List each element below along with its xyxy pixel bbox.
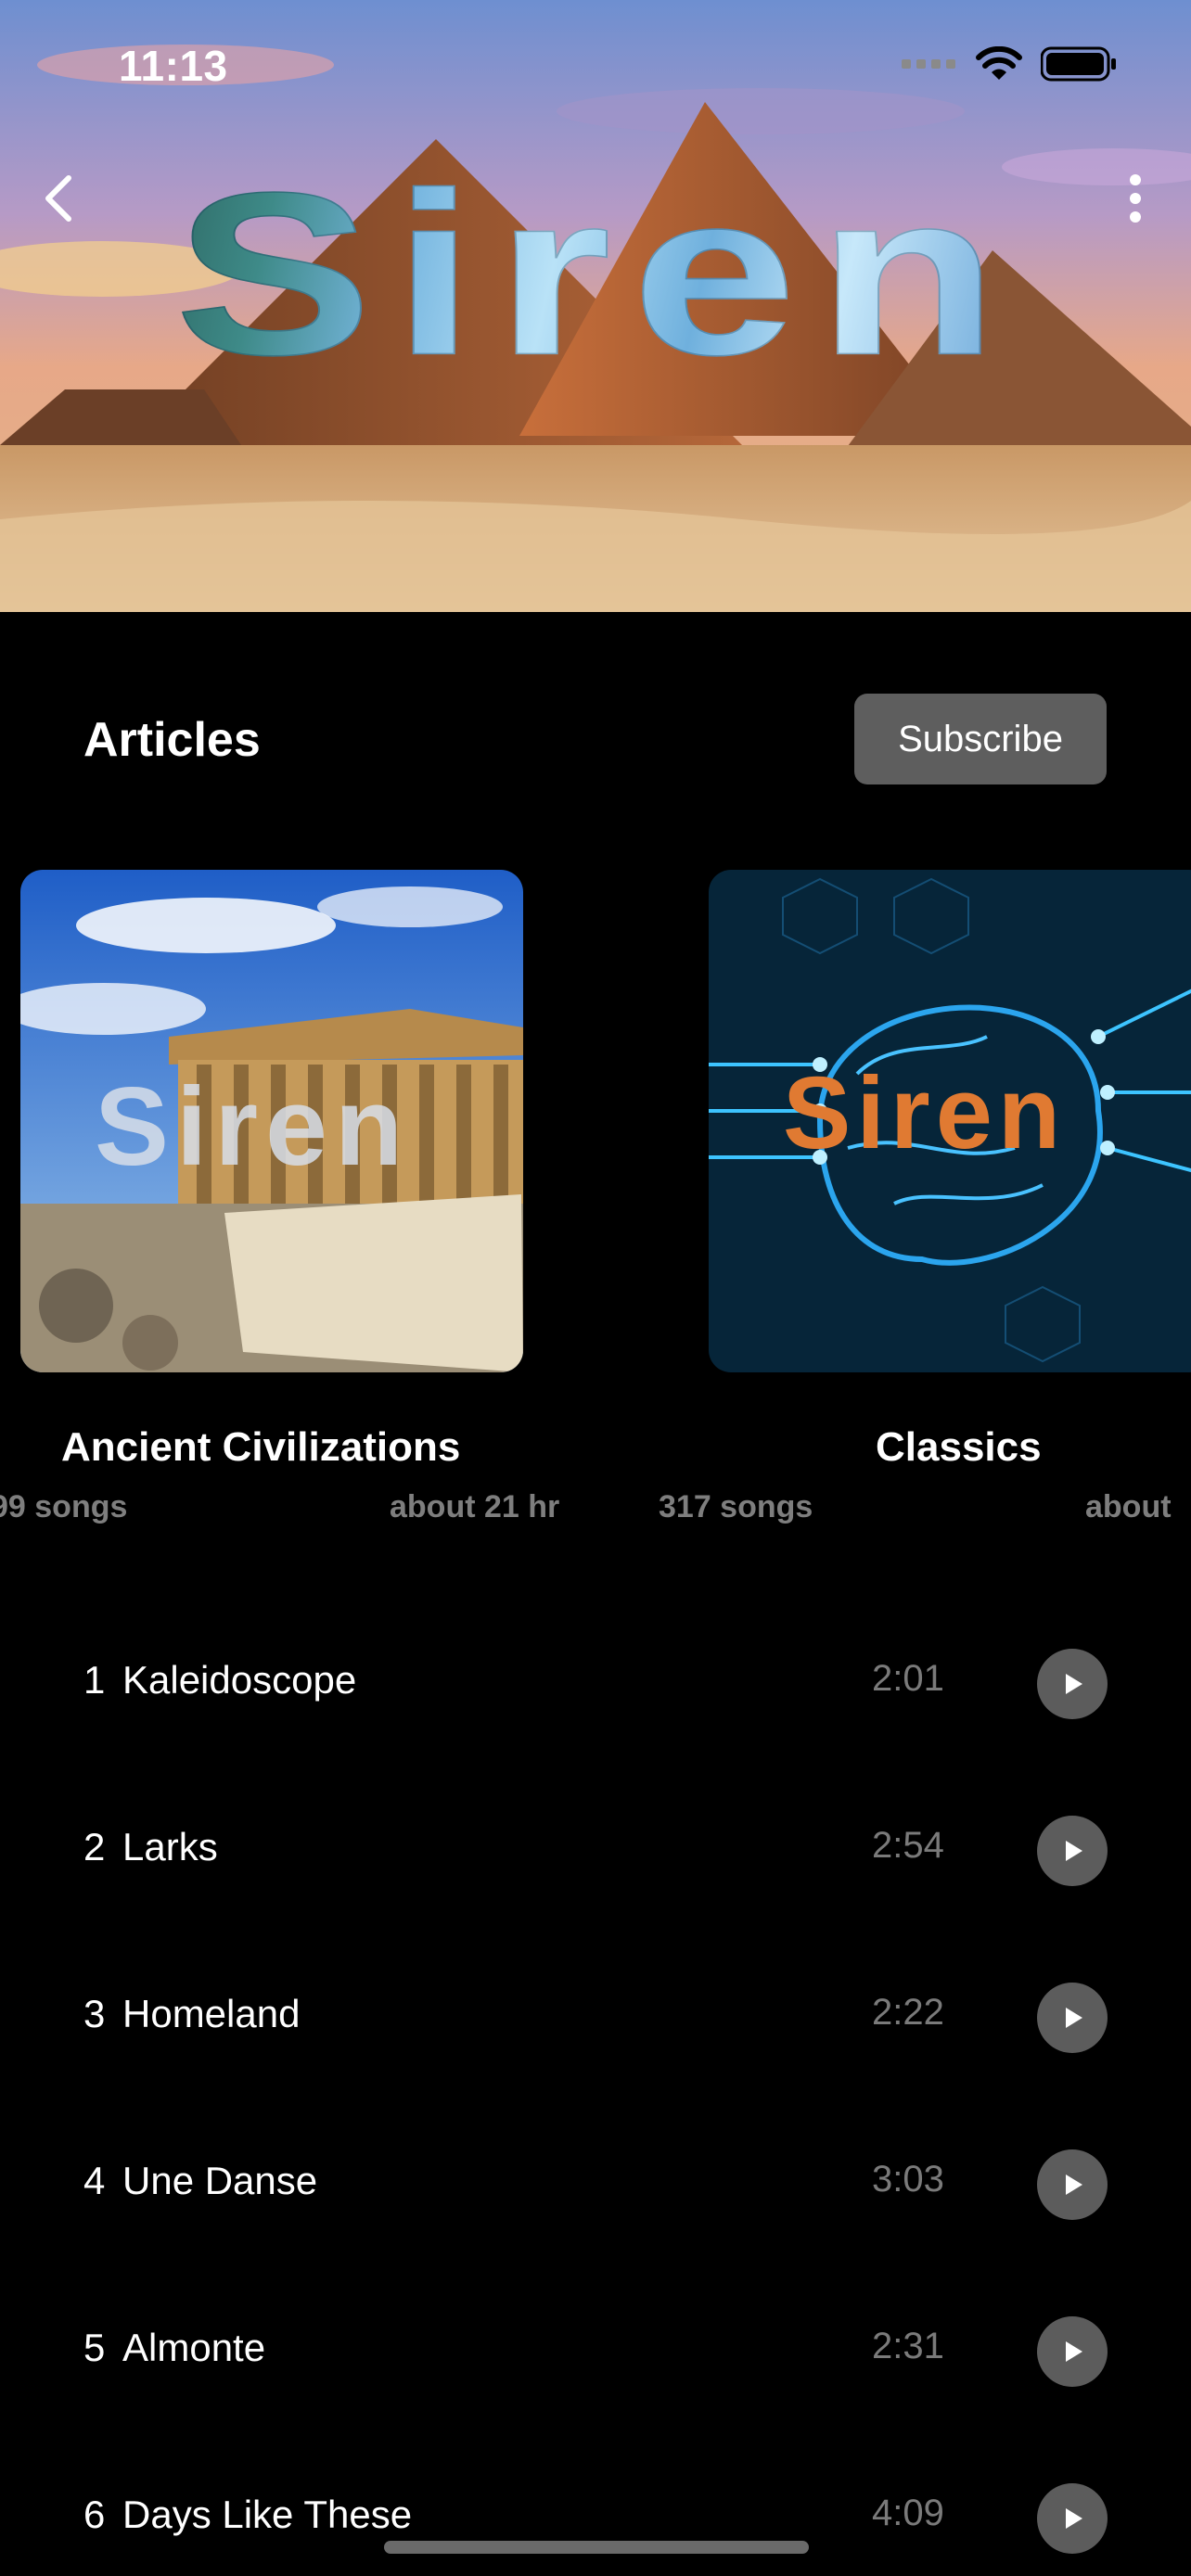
svg-text:Siren: Siren xyxy=(95,1065,410,1189)
track-number: 4 xyxy=(83,2159,106,2202)
hero-banner: 11:13 Siren xyxy=(0,0,1191,612)
track-title: Larks xyxy=(122,1825,218,1868)
track-row[interactable]: 5 Almonte 2:31 xyxy=(0,2303,1191,2396)
track-number: 3 xyxy=(83,1992,106,2035)
track-title: Kaleidoscope xyxy=(122,1658,357,1702)
brand-logo: Siren xyxy=(173,144,1019,403)
play-button[interactable] xyxy=(1037,2149,1108,2220)
section-header: Articles Subscribe xyxy=(0,694,1191,786)
play-button[interactable] xyxy=(1037,2316,1108,2387)
battery-icon xyxy=(1041,46,1116,82)
track-duration: 2:01 xyxy=(872,1658,944,1699)
parthenon-image: Siren xyxy=(20,870,523,1372)
track-title: Une Danse xyxy=(122,2159,318,2202)
track-row[interactable]: 2 Larks 2:54 xyxy=(0,1803,1191,1895)
track-title: Almonte xyxy=(122,2326,266,2369)
svg-text:Siren: Siren xyxy=(783,1056,1066,1170)
play-icon xyxy=(1066,1841,1082,1861)
more-vertical-icon xyxy=(1130,174,1141,223)
album-screen: 11:13 Siren Articles Subscribe Siren Sir… xyxy=(0,0,1191,2576)
playlist-duration: about xyxy=(1085,1489,1172,1524)
playlist-card-ancient-civilizations[interactable]: Siren xyxy=(20,870,523,1372)
play-button[interactable] xyxy=(1037,1649,1108,1719)
back-button[interactable] xyxy=(28,165,93,230)
playlist-title: Classics xyxy=(876,1424,1042,1470)
play-icon xyxy=(1066,1674,1082,1694)
playlist-song-count: 317 songs xyxy=(659,1489,813,1524)
playlist-card-classics[interactable]: Siren xyxy=(709,870,1191,1372)
play-icon xyxy=(1066,2508,1082,2529)
track-number: 2 xyxy=(83,1825,106,1868)
wifi-icon xyxy=(976,46,1022,80)
signal-icon xyxy=(902,59,955,69)
more-options-button[interactable] xyxy=(1102,165,1167,230)
track-duration: 2:22 xyxy=(872,1992,944,2033)
playlist-title: Ancient Civilizations xyxy=(61,1424,461,1470)
play-button[interactable] xyxy=(1037,2483,1108,2554)
play-icon xyxy=(1066,2341,1082,2362)
track-title: Homeland xyxy=(122,1992,301,2035)
track-duration: 3:03 xyxy=(872,2159,944,2200)
track-number: 5 xyxy=(83,2326,106,2369)
chevron-left-icon xyxy=(45,175,71,222)
track-title: Days Like These xyxy=(122,2493,413,2536)
track-number: 6 xyxy=(83,2493,106,2536)
track-number: 1 xyxy=(83,1658,106,1702)
home-indicator[interactable] xyxy=(384,2541,809,2554)
track-duration: 2:54 xyxy=(872,1825,944,1866)
playlist-duration: about 21 hr xyxy=(390,1489,560,1524)
track-row[interactable]: 3 Homeland 2:22 xyxy=(0,1970,1191,2062)
track-duration: 2:31 xyxy=(872,2326,944,2366)
play-button[interactable] xyxy=(1037,1816,1108,1886)
playlist-song-count: 99 songs xyxy=(0,1489,128,1524)
play-icon xyxy=(1066,2174,1082,2195)
subscribe-button[interactable]: Subscribe xyxy=(854,694,1107,784)
brain-circuit-image: Siren xyxy=(709,870,1191,1372)
play-icon xyxy=(1066,2008,1082,2028)
section-title: Articles xyxy=(83,713,261,767)
track-row[interactable]: 1 Kaleidoscope 2:01 xyxy=(0,1636,1191,1728)
play-button[interactable] xyxy=(1037,1983,1108,2053)
track-row[interactable]: 4 Une Danse 3:03 xyxy=(0,2136,1191,2229)
status-time: 11:13 xyxy=(119,42,228,90)
status-icons xyxy=(902,46,1117,82)
track-duration: 4:09 xyxy=(872,2493,944,2533)
